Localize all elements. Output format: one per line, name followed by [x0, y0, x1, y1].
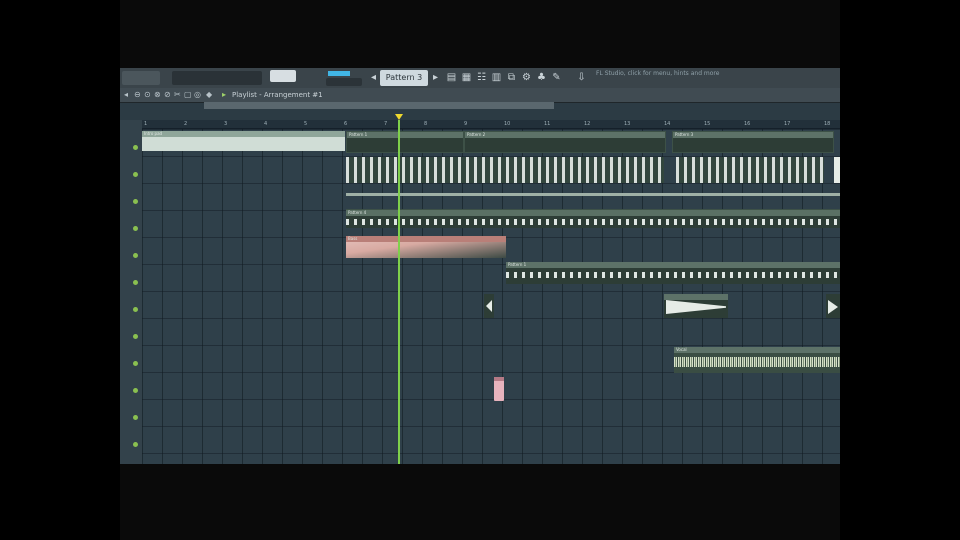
track-mute-dot[interactable] [133, 253, 138, 258]
delete-icon[interactable]: ⊘ [164, 90, 171, 100]
clip-small[interactable] [494, 377, 504, 401]
mute-icon[interactable]: ✂ [174, 90, 181, 100]
volume-slider[interactable] [326, 78, 362, 86]
mixer-icon[interactable]: ▦ [461, 72, 472, 83]
clip-pattern[interactable]: Pattern 2 [464, 131, 666, 153]
track-mute-dot[interactable] [133, 172, 138, 177]
ruler-bar-number: 16 [744, 121, 751, 127]
transport-controls[interactable] [172, 71, 262, 85]
clip-automation[interactable] [346, 193, 840, 196]
clip-vocal[interactable]: Vocal [674, 347, 840, 373]
ruler-bar-number: 3 [224, 121, 228, 127]
ruler-bar-number: 8 [424, 121, 428, 127]
ruler-bar-number: 5 [304, 121, 308, 127]
main-toolbar: ◂ Pattern 3 ▸ ▤ ▦ ☷ ▥ ⧉ ⚙ ♣ ✎ ⇩ FL Studi… [120, 68, 840, 89]
ruler-bar-number: 6 [344, 121, 348, 127]
download-icon[interactable]: ⇩ [576, 72, 587, 83]
video-bar-bottom [120, 464, 840, 540]
ruler-bar-number: 12 [584, 121, 591, 127]
tempo-tapper-icon[interactable]: ♣ [536, 72, 547, 83]
clip-drums[interactable] [834, 157, 840, 183]
track-mute-dot[interactable] [133, 388, 138, 393]
horizontal-scrollbar[interactable] [204, 102, 554, 109]
channel-rack-icon[interactable]: ☷ [476, 72, 487, 83]
timeline-ruler[interactable]: 1234567891011121314151617181920 [142, 120, 840, 129]
ruler-bar-number: 9 [464, 121, 468, 127]
clip-pattern[interactable]: Pattern 3 [672, 131, 834, 153]
clip-drums[interactable] [346, 157, 664, 183]
ruler-bar-number: 18 [824, 121, 831, 127]
prev-pattern-icon[interactable]: ◂ [368, 72, 379, 83]
track-mute-dot[interactable] [133, 415, 138, 420]
clip-intro[interactable]: Intro pad [142, 131, 345, 151]
record-icon[interactable]: ✎ [551, 72, 562, 83]
clip-bass[interactable]: Bass [346, 236, 506, 258]
snap-icon[interactable]: ◆ [206, 90, 212, 100]
tempo-display[interactable] [270, 70, 296, 82]
clip-pattern[interactable]: Pattern 1 [346, 131, 464, 153]
browser-icon[interactable]: ⧉ [506, 72, 517, 83]
paint-icon[interactable]: ⊗ [154, 90, 161, 100]
letterbox-left [0, 0, 120, 540]
letterbox-right [840, 0, 960, 540]
clip-pattern[interactable]: Pattern 4 [346, 209, 840, 228]
track-mute-dot[interactable] [133, 361, 138, 366]
playlist-title: Playlist - Arrangement #1 [232, 91, 323, 99]
select-icon[interactable]: ▢ [184, 90, 192, 100]
title-arrow-icon[interactable]: ▸ [222, 90, 226, 100]
menu-button[interactable] [122, 71, 160, 85]
ruler-bar-number: 2 [184, 121, 188, 127]
clip-drums[interactable] [676, 157, 824, 183]
ruler-bar-number: 4 [264, 121, 268, 127]
ruler-bar-number: 13 [624, 121, 631, 127]
ruler-bar-number: 1 [144, 121, 148, 127]
clip-impact[interactable] [484, 294, 494, 318]
magnet-icon[interactable]: ⊖ [134, 90, 141, 100]
clip-pattern[interactable]: Pattern 1 [506, 262, 840, 284]
track-mute-dot[interactable] [133, 334, 138, 339]
toolbar-hint: FL Studio, click for menu, hints and mor… [596, 70, 720, 77]
ruler-bar-number: 7 [384, 121, 388, 127]
playlist-icon[interactable]: ▤ [446, 72, 457, 83]
track-mute-dot[interactable] [133, 145, 138, 150]
track-mute-dot[interactable] [133, 226, 138, 231]
ruler-bar-number: 11 [544, 121, 551, 127]
zoom-icon[interactable]: ◎ [194, 90, 201, 100]
draw-icon[interactable]: ⊙ [144, 90, 151, 100]
ruler-bar-number: 14 [664, 121, 671, 127]
arrow-left-icon[interactable]: ◂ [124, 90, 128, 100]
clip-impact[interactable] [826, 294, 840, 318]
playlist-titlebar: ◂ ⊖ ⊙ ⊗ ⊘ ✂ ▢ ◎ ◆ ▸ Playlist - Arrangeme… [120, 88, 840, 103]
ruler-bar-number: 10 [504, 121, 511, 127]
pattern-selector[interactable]: Pattern 3 [380, 70, 428, 86]
track-mute-dot[interactable] [133, 199, 138, 204]
piano-roll-icon[interactable]: ▥ [491, 72, 502, 83]
ruler-bar-number: 17 [784, 121, 791, 127]
video-bar-top [120, 0, 840, 68]
cpu-meter [328, 71, 350, 76]
track-list [120, 120, 143, 464]
next-pattern-icon[interactable]: ▸ [430, 72, 441, 83]
ruler-bar-number: 15 [704, 121, 711, 127]
plugin-icon[interactable]: ⚙ [521, 72, 532, 83]
track-mute-dot[interactable] [133, 280, 138, 285]
track-mute-dot[interactable] [133, 442, 138, 447]
playhead[interactable] [398, 120, 400, 464]
track-mute-dot[interactable] [133, 307, 138, 312]
fl-studio-window: ◂ Pattern 3 ▸ ▤ ▦ ☷ ▥ ⧉ ⚙ ♣ ✎ ⇩ FL Studi… [120, 68, 840, 464]
playlist-grid[interactable]: Intro pad Pattern 1 Pattern 2 Pattern 3 … [142, 129, 840, 464]
clip-impact[interactable] [664, 294, 728, 318]
